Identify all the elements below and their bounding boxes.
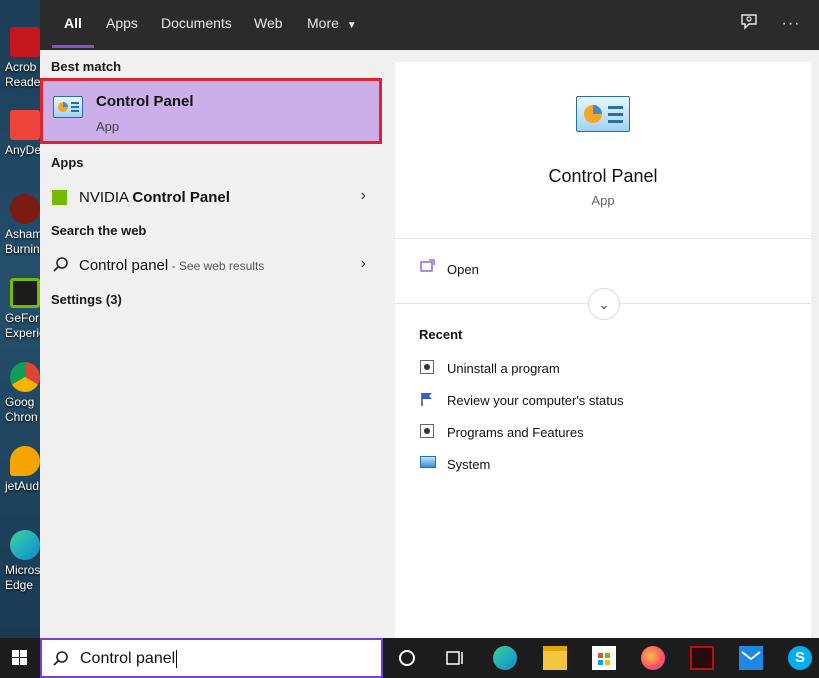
recent-label: Uninstall a program	[447, 361, 560, 376]
web-search-item[interactable]: Control panel - See web results ›	[40, 250, 384, 280]
nvidia-bold: Control Panel	[132, 189, 230, 206]
results-list: Best match Control Panel App Apps NVIDIA…	[40, 50, 384, 638]
tab-documents[interactable]: Documents	[161, 0, 232, 50]
anydesk-icon	[10, 110, 40, 140]
search-web-header: Search the web	[51, 223, 147, 238]
web-search-query: Control panel	[79, 257, 169, 274]
preview-title: Control Panel	[548, 166, 658, 186]
nvidia-control-panel-item[interactable]: NVIDIA Control Panel ›	[40, 182, 384, 212]
taskbar-search-box[interactable]: Control panel	[40, 638, 383, 678]
desktop-icon-label: Ashamp Burning	[5, 227, 40, 256]
tab-more[interactable]: More ▼	[307, 0, 357, 50]
recent-header: Recent	[419, 327, 463, 342]
control-panel-large-icon	[576, 96, 630, 132]
best-match-header: Best match	[51, 59, 122, 74]
desktop-icon-anydesk[interactable]: AnyDe	[0, 110, 40, 190]
flag-icon	[420, 392, 434, 406]
preview-pane: Control Panel App Open ⌄ Recent Uninstal…	[395, 62, 811, 638]
microsoft-edge-icon[interactable]	[493, 646, 517, 670]
settings-header[interactable]: Settings (3)	[51, 292, 122, 307]
programs-icon	[420, 360, 434, 374]
preview-subtitle: App	[591, 193, 615, 208]
desktop-icon-label: GeFor Experie	[5, 311, 40, 340]
search-icon	[52, 650, 70, 673]
desktop-icon-jetaudio[interactable]: jetAud	[0, 446, 40, 526]
web-search-suffix: - See web results	[168, 259, 265, 273]
google-chrome-icon	[10, 362, 40, 392]
recent-label: System	[447, 457, 491, 472]
apps-header: Apps	[51, 155, 84, 170]
caret-down-icon: ▼	[346, 20, 357, 31]
feedback-icon[interactable]	[737, 12, 763, 38]
microsoft-store-icon[interactable]	[592, 646, 616, 670]
cortana-icon[interactable]	[395, 646, 419, 670]
more-options-icon[interactable]: ···	[778, 12, 804, 38]
windows-start-icon[interactable]	[0, 638, 40, 678]
recent-item[interactable]: Programs and Features	[395, 423, 811, 447]
tab-web[interactable]: Web	[254, 0, 283, 50]
tab-more-label: More	[307, 15, 339, 31]
desktop-icon-label: Micros Edge	[5, 563, 40, 592]
open-icon	[420, 259, 435, 273]
microsoft-edge-icon	[10, 530, 40, 560]
system-icon	[420, 456, 436, 468]
desktop-icon-ashampoo[interactable]: Ashamp Burning	[0, 194, 40, 274]
search-window: All Apps Documents Web More ▼ ··· Best m…	[40, 0, 819, 638]
desktop-icon-edge[interactable]: Micros Edge	[0, 530, 40, 610]
best-match-title: Control Panel	[96, 93, 194, 110]
desktop-icon-acrobat[interactable]: Acrob Reader	[0, 27, 40, 107]
skype-icon[interactable]: S	[788, 646, 812, 670]
file-explorer-icon[interactable]	[543, 646, 567, 670]
firefox-icon[interactable]	[641, 646, 665, 670]
desktop-icon-chrome[interactable]: Goog Chron	[0, 362, 40, 442]
desktop-strip: Acrob Reader AnyDe Ashamp Burning GeFor …	[0, 0, 40, 638]
recent-label: Programs and Features	[447, 425, 584, 440]
tab-all[interactable]: All	[52, 0, 94, 50]
nvidia-prefix: NVIDIA	[79, 189, 133, 206]
task-view-icon[interactable]	[443, 646, 467, 670]
game-app-icon[interactable]	[690, 646, 714, 670]
jetaudio-icon	[10, 446, 40, 476]
search-tabs-bar: All Apps Documents Web More ▼ ···	[40, 0, 819, 50]
ashampoo-burning-icon	[10, 194, 40, 224]
best-match-item[interactable]: Control Panel App	[40, 78, 382, 144]
desktop-icon-label: jetAud	[5, 479, 40, 493]
desktop-icon-label: Acrob Reader	[5, 60, 40, 89]
open-label: Open	[447, 262, 479, 277]
acrobat-reader-icon	[10, 27, 40, 57]
desktop-icon-label: Goog Chron	[5, 395, 38, 424]
nvidia-item-label: NVIDIA Control Panel	[79, 189, 230, 206]
open-action[interactable]: Open	[395, 252, 811, 282]
recent-item[interactable]: Uninstall a program	[395, 359, 811, 383]
desktop-icon-label: AnyDe	[5, 143, 40, 157]
geforce-experience-icon	[10, 278, 40, 308]
nvidia-icon	[52, 190, 67, 205]
mail-icon[interactable]	[739, 646, 763, 670]
web-search-label: Control panel - See web results	[79, 257, 264, 274]
control-panel-icon	[53, 96, 83, 118]
search-input[interactable]: Control panel	[80, 650, 177, 668]
search-icon	[52, 256, 70, 279]
tab-apps[interactable]: Apps	[106, 0, 138, 50]
programs-icon	[420, 424, 434, 438]
chevron-right-icon[interactable]: ›	[361, 255, 366, 273]
chevron-down-icon[interactable]: ⌄	[588, 288, 620, 320]
chevron-right-icon[interactable]: ›	[361, 187, 366, 205]
divider	[395, 238, 811, 239]
recent-item[interactable]: Review your computer's status	[395, 391, 811, 415]
taskbar: Control panel S	[0, 638, 819, 678]
desktop-icon-geforce[interactable]: GeFor Experie	[0, 278, 40, 358]
recent-item[interactable]: System	[395, 455, 811, 479]
recent-label: Review your computer's status	[447, 393, 624, 408]
best-match-subtitle: App	[96, 119, 120, 134]
